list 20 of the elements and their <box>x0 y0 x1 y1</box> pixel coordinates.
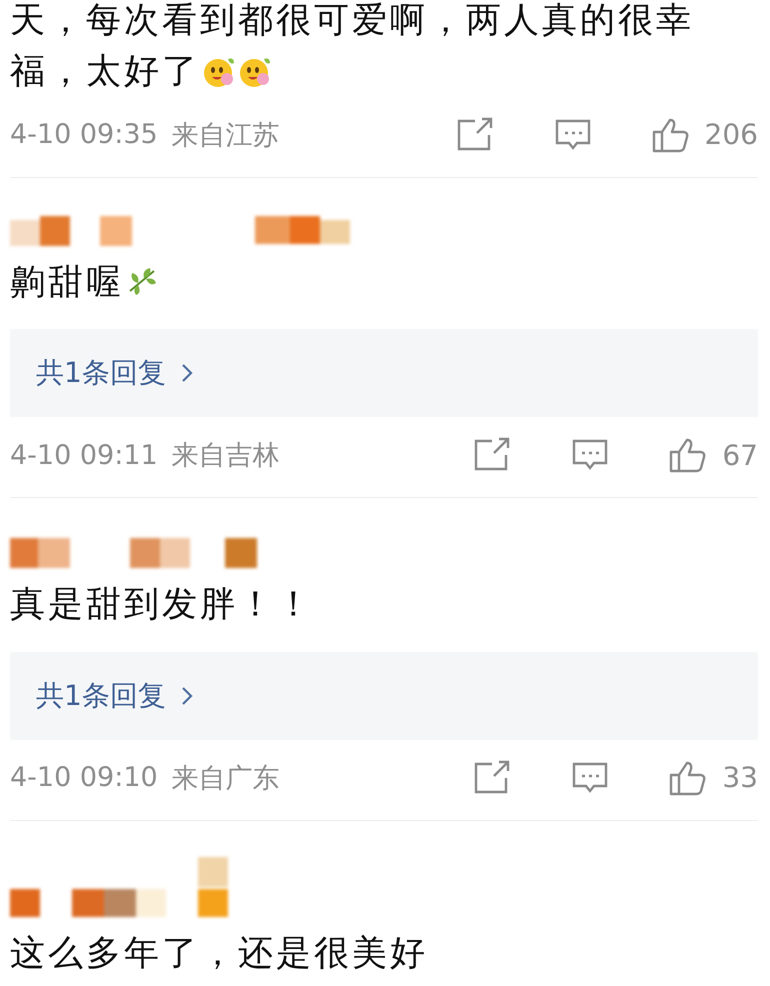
comment-time: 4-10 09:10 <box>10 762 158 794</box>
comment-location: 来自吉林 <box>172 439 280 474</box>
thumbs-up-icon <box>668 437 708 474</box>
chevron-icon <box>180 362 194 384</box>
comment-time: 4-10 09:35 <box>10 119 158 150</box>
comment-text: 天，每次看到都很可爱啊，两人真的很幸福，太好了 <box>10 0 694 92</box>
like-button[interactable]: 206 <box>650 116 758 153</box>
comment-text: 这么多年了，还是很美好 <box>10 933 428 974</box>
comment-text: 齁甜喔 <box>10 262 124 302</box>
replies-link[interactable]: 共1条回复 <box>10 329 758 418</box>
thumbs-up-icon <box>650 116 691 153</box>
comment-text: 真是甜到发胖！！ <box>10 584 314 625</box>
comment-location: 来自广东 <box>172 762 280 796</box>
replies-link[interactable]: 共1条回复 <box>10 652 758 740</box>
like-button[interactable]: 67 <box>668 437 758 474</box>
thumbs-up-icon <box>668 760 708 796</box>
comment-time: 4-10 09:11 <box>10 440 158 471</box>
comment-location: 来自江苏 <box>172 118 280 153</box>
like-button[interactable]: 33 <box>668 760 758 796</box>
chevron-icon <box>180 684 194 707</box>
